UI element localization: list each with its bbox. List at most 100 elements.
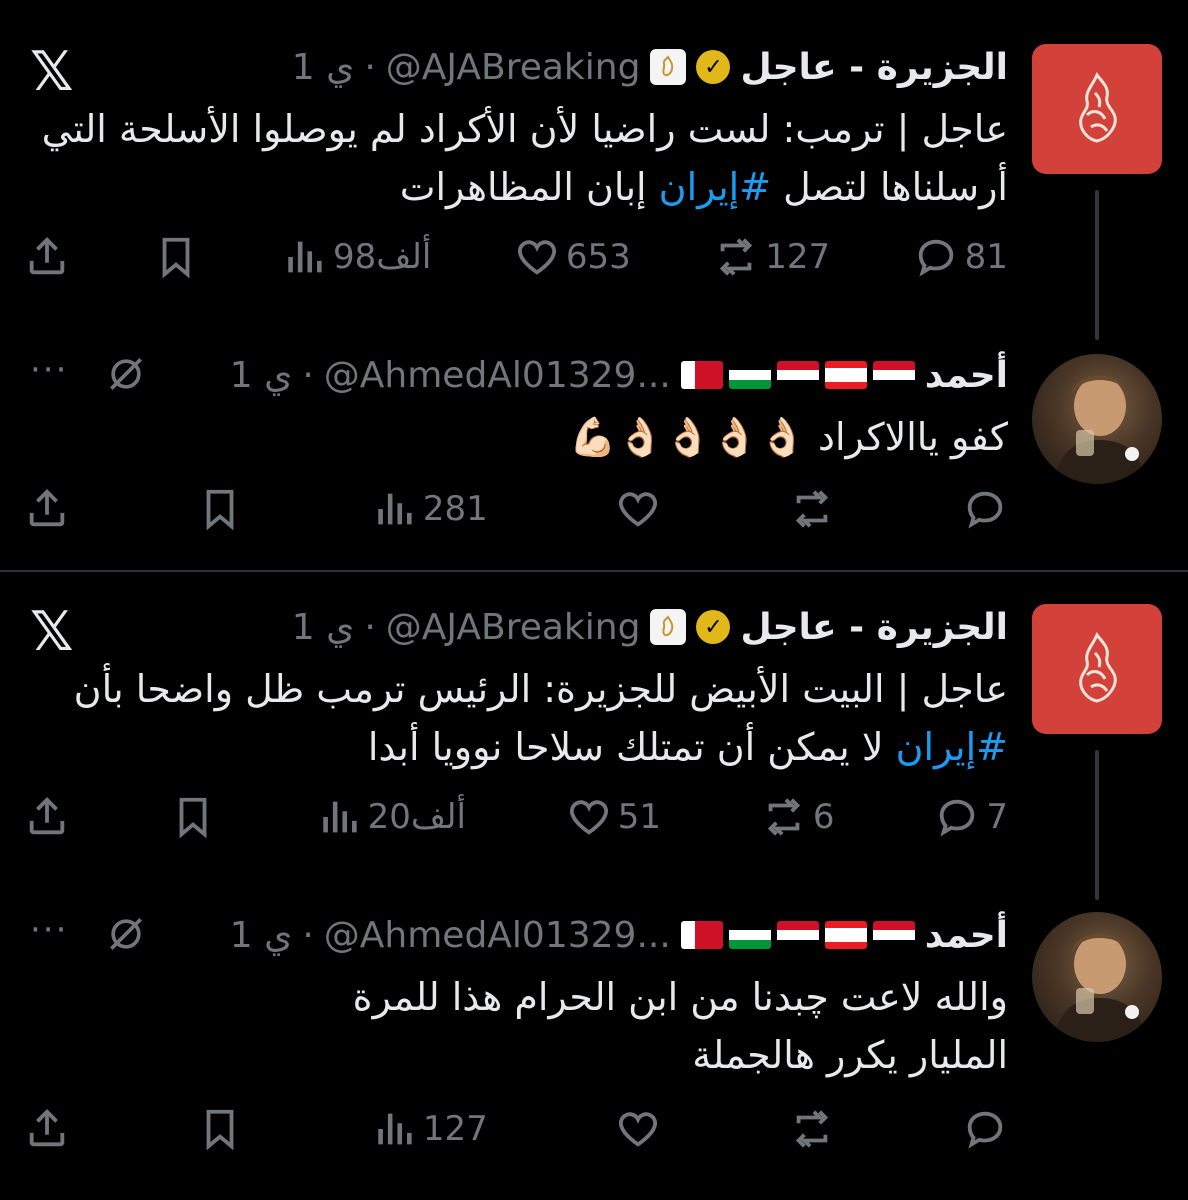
hashtag-link[interactable]: #إيران (896, 725, 1008, 769)
separator-dot: · (364, 606, 376, 648)
reply-author-name[interactable]: أحمد (925, 355, 1008, 396)
repost-icon (720, 238, 753, 276)
tweet-header: الجزيرة - عاجل ✓ @AJABreaking · 1 ي (20, 602, 1008, 652)
tweet-time[interactable]: 1 ي (292, 607, 355, 648)
repost-button[interactable]: 6 (761, 794, 835, 840)
reply-button[interactable] (962, 1106, 1008, 1152)
aljazeera-avatar[interactable] (1032, 44, 1162, 174)
reply-header: أحمد @AhmedAl01329... · 1 ي (20, 910, 1008, 960)
bookmark-button[interactable] (170, 794, 216, 840)
tweet-actions: 20ألف 51 6 7 (24, 792, 1008, 842)
reply-author-name[interactable]: أحمد (925, 915, 1008, 956)
bookmark-button[interactable] (153, 234, 199, 280)
repost-icon (795, 1110, 828, 1148)
tweet-text-suffix: لا يمكن أن تمتلك سلاحا نوويا أبدا (367, 725, 896, 769)
like-button[interactable] (615, 486, 661, 532)
share-button[interactable] (24, 234, 70, 280)
share-icon (29, 797, 65, 835)
reply-button[interactable] (962, 486, 1008, 532)
reply-icon (940, 799, 975, 837)
lebanon-flag-icon (824, 921, 867, 949)
views-icon (322, 801, 357, 833)
aljazeera-avatar[interactable] (1032, 604, 1162, 734)
repost-button[interactable]: 127 (713, 234, 830, 280)
replies-count: 7 (986, 797, 1008, 837)
tweet-text-prefix: عاجل | البيت الأبيض للجزيرة: الرئيس ترمب… (73, 667, 1008, 711)
reply-author-handle[interactable]: @AhmedAl01329... (324, 355, 671, 396)
author-name[interactable]: الجزيرة - عاجل (740, 47, 1008, 88)
mute-icon[interactable] (104, 352, 148, 396)
views-button[interactable]: 98ألف (281, 234, 431, 280)
likes-count: 51 (617, 797, 662, 837)
x-logo-icon[interactable]: 𝕏 (30, 40, 74, 103)
affiliate-badge-icon (650, 49, 687, 85)
hashtag-link[interactable]: #إيران (659, 165, 771, 209)
author-handle[interactable]: @AJABreaking (386, 607, 641, 648)
palestine-flag-icon (728, 361, 771, 389)
share-button[interactable] (24, 486, 70, 532)
aljazeera-logo-icon (1079, 631, 1117, 703)
verified-badge-icon: ✓ (696, 610, 731, 644)
reply-button[interactable]: 81 (913, 234, 1008, 280)
reposts-count: 127 (765, 237, 831, 277)
reply-icon (967, 1111, 1003, 1149)
tweet-actions: 98ألف 653 127 81 (24, 232, 1008, 282)
thread-line (1095, 190, 1099, 340)
person-photo-icon (1054, 933, 1146, 1042)
tweet-text-suffix: إبان المظاهرات (399, 165, 659, 209)
reply-button[interactable]: 7 (934, 794, 1008, 840)
x-logo-icon[interactable]: 𝕏 (30, 600, 74, 663)
reply-avatar[interactable] (1032, 354, 1162, 484)
like-icon (569, 800, 608, 835)
separator-dot: · (302, 354, 314, 396)
like-button[interactable] (615, 1106, 661, 1152)
like-icon (619, 492, 658, 527)
thread-line (1095, 750, 1099, 900)
like-button[interactable]: 653 (514, 234, 631, 280)
more-icon[interactable]: ··· (30, 910, 68, 950)
reply-actions: 281 (24, 484, 1008, 534)
bookmark-icon (179, 797, 207, 839)
views-button[interactable]: 20ألف (316, 794, 466, 840)
views-count: 281 (422, 489, 488, 529)
palestine-flag-icon (728, 921, 771, 949)
views-count: 98ألف (333, 237, 432, 277)
separator-dot: · (302, 914, 314, 956)
tweet-time[interactable]: 1 ي (292, 47, 355, 88)
author-name[interactable]: الجزيرة - عاجل (740, 607, 1008, 648)
bookmark-button[interactable] (197, 486, 243, 532)
share-button[interactable] (24, 1106, 70, 1152)
views-count: 20ألف (367, 797, 466, 837)
author-handle[interactable]: @AJABreaking (386, 47, 641, 88)
views-button[interactable]: 127 (371, 1106, 488, 1152)
like-button[interactable]: 51 (566, 794, 661, 840)
verified-badge-icon: ✓ (696, 50, 731, 84)
mute-icon[interactable] (104, 912, 148, 956)
aljazeera-logo-icon (1079, 71, 1117, 143)
egypt-flag-icon (776, 921, 819, 949)
share-button[interactable] (24, 794, 70, 840)
replies-count: 81 (964, 237, 1008, 277)
reply-author-handle[interactable]: @AhmedAl01329... (324, 915, 671, 956)
reposts-count: 6 (812, 797, 835, 837)
likes-count: 653 (565, 237, 631, 277)
reply-time[interactable]: 1 ي (230, 915, 293, 956)
reply-avatar[interactable] (1032, 912, 1162, 1042)
views-icon (378, 493, 412, 525)
views-button[interactable]: 281 (371, 486, 488, 532)
thread-block: الجزيرة - عاجل ✓ @AJABreaking · 1 ي 𝕏 عا… (0, 572, 1188, 1200)
flags (680, 361, 915, 389)
bahrain-flag-icon (680, 921, 723, 949)
repost-button[interactable] (789, 486, 835, 532)
bookmark-button[interactable] (197, 1106, 243, 1152)
more-icon[interactable]: ··· (30, 350, 68, 390)
reply-time[interactable]: 1 ي (230, 355, 293, 396)
repost-icon (767, 798, 800, 836)
share-icon (29, 489, 65, 527)
reply-header: أحمد @AhmedAl01329... · 1 ي (20, 350, 1008, 400)
repost-button[interactable] (789, 1106, 835, 1152)
separator-dot: · (364, 46, 376, 88)
repost-icon (795, 490, 828, 528)
reply-text: والله لاعت چبدنا من ابن الحرام هذا للمرة… (352, 975, 1008, 1077)
iraq-flag-icon (872, 921, 915, 949)
